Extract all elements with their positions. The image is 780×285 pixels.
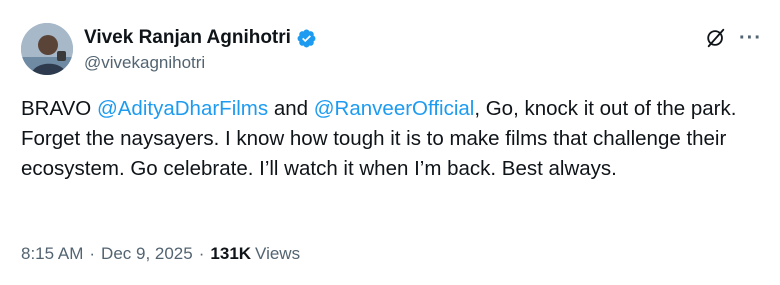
author-display-name[interactable]: Vivek Ranjan Agnihotri: [84, 27, 291, 49]
tweet-time[interactable]: 8:15 AM: [21, 244, 83, 264]
tweet-text: BRAVO @AdityaDharFilms and @RanveerOffic…: [21, 94, 771, 184]
more-icon[interactable]: ···: [739, 28, 762, 48]
tweet-top-actions: ···: [705, 27, 762, 49]
tweet-card: Vivek Ranjan Agnihotri @vivekagnihotri ·…: [0, 0, 780, 285]
grok-icon[interactable]: [705, 27, 727, 49]
views-label: Views: [255, 244, 301, 263]
tweet-date[interactable]: Dec 9, 2025: [101, 244, 193, 264]
avatar[interactable]: [21, 23, 73, 75]
tweet-text-segment: and: [268, 97, 314, 120]
verified-badge-icon[interactable]: [296, 28, 317, 49]
meta-separator: ·: [89, 244, 96, 263]
author-name-row: Vivek Ranjan Agnihotri: [84, 26, 317, 50]
author-handle[interactable]: @vivekagnihotri: [84, 53, 205, 73]
mention-link[interactable]: @AdityaDharFilms: [97, 97, 268, 120]
meta-separator: ·: [198, 244, 205, 263]
views-count: 131K: [210, 244, 252, 263]
tweet-meta: 8:15 AM · Dec 9, 2025 · 131K Views: [21, 244, 300, 264]
mention-link[interactable]: @RanveerOfficial: [314, 97, 475, 120]
tweet-text-segment: BRAVO: [21, 97, 97, 120]
